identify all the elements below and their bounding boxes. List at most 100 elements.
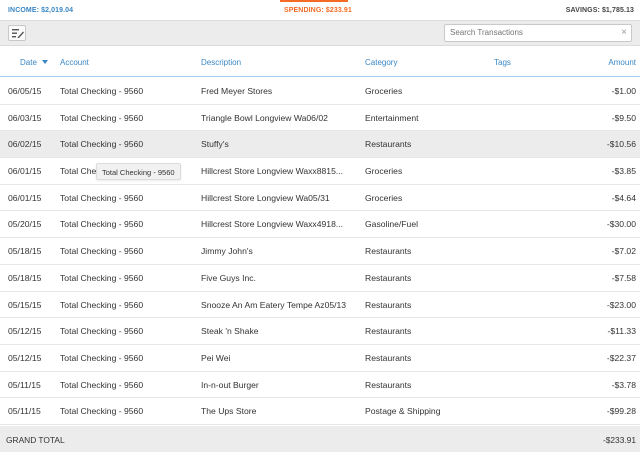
cell-amount: -$22.37 <box>606 352 636 363</box>
cell-account: Total Checking - 9560 <box>60 219 144 230</box>
cell-date: 05/18/15 <box>8 272 42 283</box>
column-header-description[interactable]: Description <box>201 58 241 67</box>
account-tooltip: Total Checking - 9560 <box>96 163 181 180</box>
table-row[interactable]: 05/11/15 Total Checking - 9560 The Ups S… <box>0 398 640 425</box>
table-row[interactable]: 05/12/15 Total Checking - 9560 Steak 'n … <box>0 318 640 345</box>
column-header-amount[interactable]: Amount <box>608 58 636 67</box>
table-row[interactable]: 06/01/15 Total Checking - 9560 Hillcrest… <box>0 185 640 212</box>
cell-account: Total Checking - 9560 <box>60 192 144 203</box>
cell-description: Hillcrest Store Longview Wa05/31 <box>201 192 330 203</box>
cell-description: Hillcrest Store Longview Waxx4918... <box>201 219 344 230</box>
spending-active-indicator <box>280 0 348 2</box>
cell-category: Restaurants <box>365 272 412 283</box>
cell-description: Snooze An Am Eatery Tempe Az05/13 <box>201 299 347 310</box>
cell-description: The Ups Store <box>201 406 257 417</box>
cell-date: 06/01/15 <box>8 166 42 177</box>
cell-date: 05/12/15 <box>8 326 42 337</box>
cell-amount: -$3.78 <box>611 379 636 390</box>
cell-account: Total Checking - 9560 <box>60 246 144 257</box>
cell-category: Groceries <box>365 86 403 96</box>
cell-description: Steak 'n Shake <box>201 326 259 337</box>
table-row[interactable]: 05/18/15 Total Checking - 9560 Five Guys… <box>0 265 640 292</box>
cell-category: Restaurants <box>365 139 412 150</box>
spending-total[interactable]: SPENDING: $233.91 <box>284 7 352 14</box>
search-box[interactable]: × <box>444 24 632 42</box>
cell-date: 05/11/15 <box>8 406 41 417</box>
cell-account: Total Checking - 9560 <box>60 379 144 390</box>
table-row[interactable]: 05/18/15 Total Checking - 9560 Jimmy Joh… <box>0 238 640 265</box>
cell-description: Five Guys Inc. <box>201 272 256 283</box>
edit-list-icon <box>12 29 24 38</box>
column-header-date[interactable]: Date <box>20 58 48 67</box>
cell-date: 05/20/15 <box>8 219 42 230</box>
cell-amount: -$23.00 <box>606 299 636 310</box>
grand-total-value: -$233.91 <box>602 435 636 445</box>
cell-category: Groceries <box>365 192 403 203</box>
cell-category: Restaurants <box>365 246 412 257</box>
table-row[interactable]: 05/20/15 Total Checking - 9560 Hillcrest… <box>0 211 640 239</box>
cell-description: Fred Meyer Stores <box>201 86 273 96</box>
cell-amount: -$3.85 <box>611 166 636 177</box>
column-header-tags[interactable]: Tags <box>494 58 511 67</box>
cell-date: 05/11/15 <box>8 379 41 390</box>
cell-amount: -$4.64 <box>611 192 636 203</box>
table-row[interactable]: 06/03/15 Total Checking - 9560 Triangle … <box>0 105 640 132</box>
savings-total[interactable]: SAVINGS: $1,785.13 <box>566 7 634 14</box>
transactions-table: 06/05/15 Total Checking - 9560 Fred Meye… <box>0 78 640 425</box>
table-header: Date Account Description Category Tags A… <box>0 47 640 77</box>
table-row[interactable]: 05/12/15 Total Checking - 9560 Pei Wei R… <box>0 345 640 372</box>
edit-transactions-button[interactable] <box>8 25 26 41</box>
cell-description: Jimmy John's <box>201 246 253 257</box>
cell-account: Total Checking - 9560 <box>60 406 144 417</box>
summary-bar: INCOME: $2,019.04 SPENDING: $233.91 SAVI… <box>0 0 640 20</box>
cell-category: Entertainment <box>365 112 419 123</box>
cell-account: Total Checking - 9560 <box>60 112 144 123</box>
cell-date: 05/18/15 <box>8 246 42 257</box>
cell-amount: -$30.00 <box>606 219 636 230</box>
income-total[interactable]: INCOME: $2,019.04 <box>8 7 73 14</box>
cell-date: 06/05/15 <box>8 86 42 96</box>
cell-account: Total Checking - 9560 <box>60 299 144 310</box>
cell-account: Total Checking - 9560 <box>60 352 144 363</box>
clear-search-icon[interactable]: × <box>621 28 627 38</box>
cell-account: Total Checking - 9560 <box>60 326 144 337</box>
cell-category: Restaurants <box>365 352 412 363</box>
search-input[interactable] <box>450 28 615 37</box>
cell-account: Total Checking - 9560 <box>60 139 144 150</box>
cell-description: Pei Wei <box>201 352 231 363</box>
cell-date: 05/12/15 <box>8 352 42 363</box>
column-header-account[interactable]: Account <box>60 58 89 67</box>
cell-amount: -$10.56 <box>606 139 636 150</box>
cell-amount: -$7.02 <box>611 246 636 257</box>
cell-date: 06/01/15 <box>8 192 42 203</box>
cell-description: In-n-out Burger <box>201 379 259 390</box>
cell-category: Gasoline/Fuel <box>365 219 419 230</box>
cell-account: Total Checking - 9560 <box>60 86 144 96</box>
cell-amount: -$7.58 <box>611 272 636 283</box>
cell-date: 06/03/15 <box>8 112 42 123</box>
column-header-category[interactable]: Category <box>365 58 397 67</box>
cell-date: 06/02/15 <box>8 139 42 150</box>
toolbar: × <box>0 20 640 46</box>
cell-category: Restaurants <box>365 379 412 390</box>
sort-descending-icon <box>41 59 48 64</box>
cell-description: Stuffy's <box>201 139 229 150</box>
cell-amount: -$99.28 <box>606 406 636 417</box>
table-row[interactable]: 05/11/15 Total Checking - 9560 In-n-out … <box>0 372 640 399</box>
table-row[interactable]: 06/05/15 Total Checking - 9560 Fred Meye… <box>0 78 640 105</box>
table-row[interactable]: 05/15/15 Total Checking - 9560 Snooze An… <box>0 292 640 319</box>
cell-account: Total Che <box>60 166 97 177</box>
cell-category: Groceries <box>365 166 403 177</box>
column-header-date-label: Date <box>20 58 37 67</box>
cell-category: Postage & Shipping <box>365 406 441 417</box>
table-row[interactable]: 06/02/15 Total Checking - 9560 Stuffy's … <box>0 131 640 159</box>
cell-account: Total Checking - 9560 <box>60 272 144 283</box>
cell-amount: -$1.00 <box>611 86 636 96</box>
cell-amount: -$9.50 <box>611 112 636 123</box>
grand-total-label: GRAND TOTAL <box>6 435 65 445</box>
cell-description: Triangle Bowl Longview Wa06/02 <box>201 112 328 123</box>
cell-date: 05/15/15 <box>8 299 42 310</box>
grand-total-row: GRAND TOTAL -$233.91 <box>0 426 640 452</box>
cell-category: Restaurants <box>365 326 412 337</box>
cell-amount: -$11.33 <box>607 326 636 337</box>
